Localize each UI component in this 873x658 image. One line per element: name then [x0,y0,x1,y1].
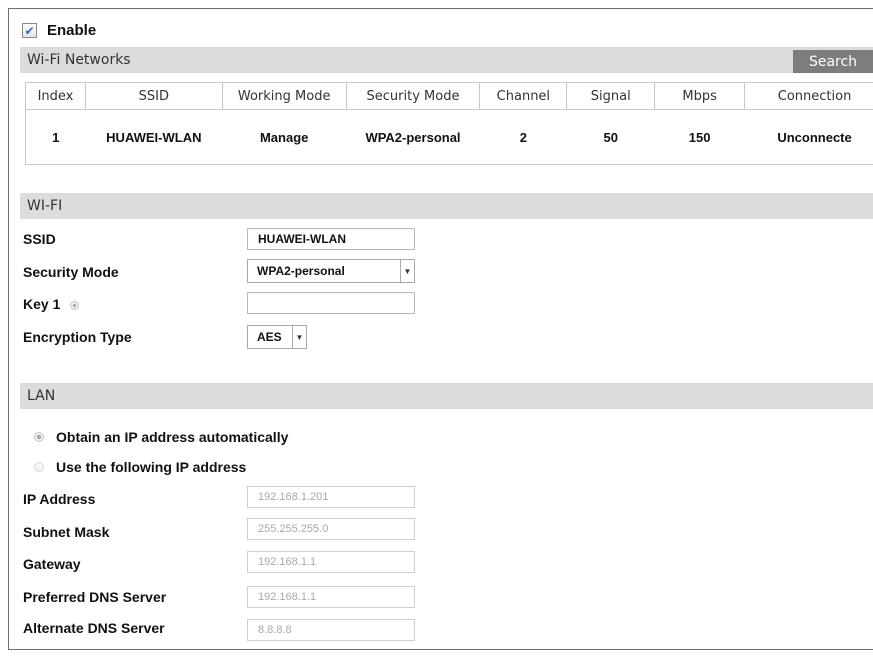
column-header: Mbps [654,82,746,110]
use-following-ip-option[interactable]: Use the following IP address [34,459,246,475]
gateway-label: Gateway [23,556,81,572]
column-header: Connection [744,82,873,110]
column-header: Index [25,82,86,110]
table-cell: Unconnecte [744,109,873,165]
checkmark-icon: ✔ [24,23,35,38]
key1-label: Key 1 [23,296,80,312]
column-header: Channel [479,82,568,110]
encryption-type-label: Encryption Type [23,329,132,345]
obtain-ip-auto-option[interactable]: Obtain an IP address automatically [34,429,288,445]
subnet-mask-input[interactable]: 255.255.255.0 [247,518,415,540]
enable-checkbox[interactable]: ✔ [22,23,37,38]
wifi-section-header: WI-FI [20,193,873,219]
key1-input[interactable] [247,292,415,314]
table-cell: Manage [222,109,347,165]
encryption-type-select[interactable]: AES ▼ [247,325,307,349]
table-header-row: Index SSID Working Mode Security Mode Ch… [25,82,873,110]
wifi-networks-header: Wi-Fi Networks Search [20,47,873,73]
wifi-networks-table: Index SSID Working Mode Security Mode Ch… [25,82,873,165]
use-following-ip-label: Use the following IP address [56,459,247,475]
table-cell: HUAWEI-WLAN [85,109,223,165]
key1-label-text: Key 1 [23,296,61,312]
table-cell: 150 [654,109,745,165]
column-header: Signal [566,82,656,110]
ssid-input[interactable]: HUAWEI-WLAN [247,228,415,250]
table-row[interactable]: 1 HUAWEI-WLAN Manage WPA2-personal 2 50 … [25,109,873,165]
radio-dot-icon[interactable] [34,432,44,442]
search-button[interactable]: Search [793,50,873,73]
radio-dot-icon[interactable] [34,462,44,472]
security-mode-select[interactable]: WPA2-personal ▼ [247,259,415,283]
chevron-down-icon[interactable]: ▼ [292,326,306,348]
encryption-type-value: AES [257,330,282,344]
lan-section-title: LAN [27,388,56,404]
wifi-section-title: WI-FI [27,198,63,214]
table-cell: 50 [566,109,655,165]
chevron-down-icon[interactable]: ▼ [400,260,414,282]
subnet-mask-label: Subnet Mask [23,524,110,540]
preferred-dns-input[interactable]: 192.168.1.1 [247,586,415,608]
alternate-dns-input[interactable]: 8.8.8.8 [247,619,415,641]
security-mode-label: Security Mode [23,264,119,280]
ssid-label: SSID [23,231,56,247]
enable-row[interactable]: ✔ Enable [22,22,96,39]
column-header: Security Mode [345,82,481,110]
column-header: SSID [84,82,223,110]
enable-label: Enable [47,22,97,39]
table-cell: WPA2-personal [346,109,480,165]
table-cell: 2 [479,109,567,165]
ip-address-input[interactable]: 192.168.1.201 [247,486,415,508]
alternate-dns-label: Alternate DNS Server [23,620,165,636]
lan-section-header: LAN [20,383,873,409]
wifi-networks-title: Wi-Fi Networks [27,52,131,68]
info-dot-icon [70,300,80,310]
obtain-ip-auto-label: Obtain an IP address automatically [56,429,289,445]
ip-address-label: IP Address [23,491,96,507]
column-header: Working Mode [221,82,347,110]
security-mode-value: WPA2-personal [257,264,345,278]
preferred-dns-label: Preferred DNS Server [23,589,167,605]
table-cell: 1 [25,109,86,165]
gateway-input[interactable]: 192.168.1.1 [247,551,415,573]
